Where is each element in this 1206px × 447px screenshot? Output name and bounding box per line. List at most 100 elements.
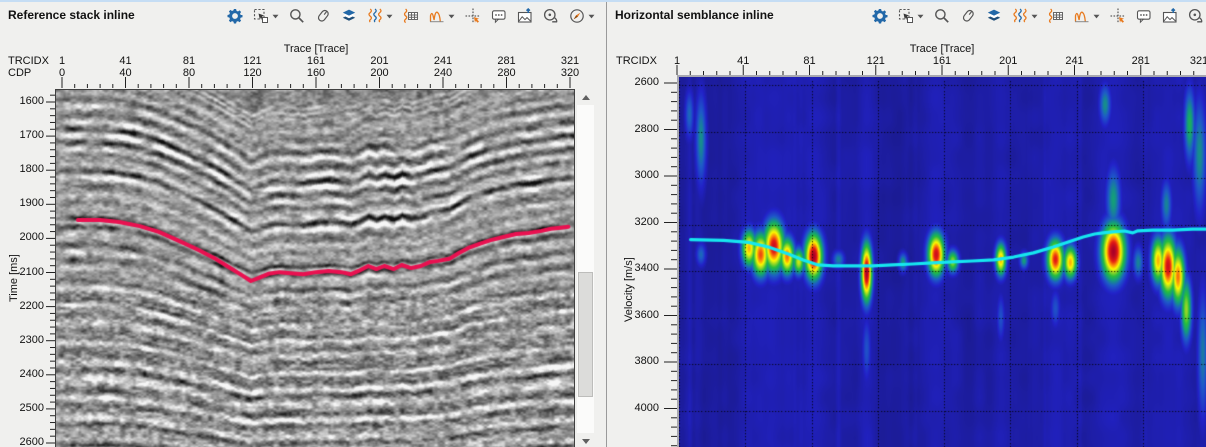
- tick-label: 241: [1065, 55, 1083, 67]
- crosshair-pick-button[interactable]: [460, 5, 486, 27]
- histogram-button[interactable]: [424, 5, 460, 27]
- settings-gear-icon: [872, 8, 888, 24]
- annotation-button[interactable]: [1131, 5, 1157, 27]
- tick-label: 2100: [14, 266, 44, 278]
- histogram-button[interactable]: [1069, 5, 1105, 27]
- x-axis-title: Trace [Trace]: [284, 43, 349, 55]
- tick-label: 3400: [629, 262, 659, 274]
- export-image-button[interactable]: [1157, 5, 1183, 27]
- tick-label: 1: [674, 55, 680, 67]
- mouse-pan-button[interactable]: [310, 5, 336, 27]
- scroll-down-button[interactable]: [577, 433, 594, 447]
- tick-label: 161: [307, 55, 325, 67]
- measure-button[interactable]: [538, 5, 564, 27]
- wiggle-display-button[interactable]: [1007, 5, 1043, 27]
- velocity-analysis-workspace: Reference stack inline Trace [Trace] TRC…: [0, 0, 1206, 447]
- wiggle-display-button[interactable]: [362, 5, 398, 27]
- layers-button[interactable]: [336, 5, 362, 27]
- wiggle-grid-button[interactable]: [398, 5, 424, 27]
- tick-label: 3800: [629, 355, 659, 367]
- dropdown-arrow-icon: [1093, 14, 1100, 19]
- annotation-icon: [491, 8, 507, 24]
- tick-label: 2600: [14, 436, 44, 447]
- settings-gear-button[interactable]: [222, 5, 248, 27]
- tick-label: 241: [434, 55, 452, 67]
- trcidx-row-label: TRCIDX: [616, 55, 657, 67]
- tick-label: 201: [370, 55, 388, 67]
- cdp-row-label: CDP: [8, 67, 31, 79]
- export-image-icon: [517, 8, 533, 24]
- tick-label: 2500: [14, 402, 44, 414]
- seismic-plot[interactable]: [55, 89, 575, 447]
- measure-button[interactable]: [1183, 5, 1206, 27]
- annotation-icon: [1136, 8, 1152, 24]
- tick-label: 280: [497, 67, 515, 79]
- tick-label: 81: [183, 55, 195, 67]
- panel-title: Horizontal semblance inline: [615, 8, 774, 22]
- tick-label: 281: [1132, 55, 1150, 67]
- wiggle-display-icon: [367, 8, 383, 24]
- tick-label: 160: [307, 67, 325, 79]
- tick-label: 3000: [629, 169, 659, 181]
- export-image-icon: [1162, 8, 1178, 24]
- layers-button[interactable]: [981, 5, 1007, 27]
- wiggle-display-icon: [1012, 8, 1028, 24]
- select-region-icon: [898, 8, 914, 24]
- dropdown-arrow-icon: [1031, 14, 1038, 19]
- vertical-scrollbar[interactable]: [577, 89, 594, 447]
- x-axis-title: Trace [Trace]: [910, 43, 975, 55]
- tick-label: 81: [803, 55, 815, 67]
- layers-icon: [341, 8, 357, 24]
- seismic-stack-image[interactable]: [56, 90, 574, 447]
- scroll-up-button[interactable]: [577, 89, 594, 105]
- tick-label: 1600: [14, 95, 44, 107]
- crosshair-pick-icon: [465, 8, 481, 24]
- layers-icon: [986, 8, 1002, 24]
- wiggle-grid-button[interactable]: [1043, 5, 1069, 27]
- scrollbar-thumb[interactable]: [578, 272, 593, 397]
- zoom-button[interactable]: [284, 5, 310, 27]
- wiggle-grid-icon: [1048, 8, 1064, 24]
- time-axis-ruler: [45, 89, 55, 447]
- tick-label: 80: [183, 67, 195, 79]
- export-image-button[interactable]: [512, 5, 538, 27]
- measure-icon: [1188, 8, 1204, 24]
- tick-label: 2800: [629, 123, 659, 135]
- dropdown-arrow-icon: [588, 14, 595, 19]
- tick-label: 240: [434, 67, 452, 79]
- mouse-pan-icon: [960, 8, 976, 24]
- compass-icon: [569, 8, 585, 24]
- annotation-button[interactable]: [486, 5, 512, 27]
- scroll-down-icon: [582, 439, 590, 444]
- semblance-plot[interactable]: [677, 75, 1206, 447]
- semblance-panel: Horizontal semblance inline Trace [Trace…: [606, 2, 1206, 447]
- tick-label: 1700: [14, 129, 44, 141]
- tick-label: 40: [119, 67, 131, 79]
- settings-gear-button[interactable]: [867, 5, 893, 27]
- dropdown-arrow-icon: [386, 14, 393, 19]
- scroll-up-icon: [582, 95, 590, 100]
- tick-label: 201: [999, 55, 1017, 67]
- dropdown-arrow-icon: [917, 14, 924, 19]
- tick-label: 1: [59, 55, 65, 67]
- select-region-button[interactable]: [248, 5, 284, 27]
- semblance-toolbar: [867, 4, 1206, 28]
- tick-label: 321: [1190, 55, 1206, 67]
- tick-label: 2200: [14, 300, 44, 312]
- tick-label: 120: [243, 67, 261, 79]
- stack-toolbar: [222, 4, 598, 28]
- zoom-icon: [289, 8, 305, 24]
- semblance-image[interactable]: [679, 77, 1206, 447]
- tick-label: 2400: [14, 368, 44, 380]
- measure-icon: [543, 8, 559, 24]
- settings-gear-icon: [227, 8, 243, 24]
- crosshair-pick-button[interactable]: [1105, 5, 1131, 27]
- zoom-button[interactable]: [929, 5, 955, 27]
- crosshair-pick-icon: [1110, 8, 1126, 24]
- mouse-pan-button[interactable]: [955, 5, 981, 27]
- select-region-button[interactable]: [893, 5, 929, 27]
- compass-button[interactable]: [564, 5, 598, 27]
- tick-label: 3600: [629, 309, 659, 321]
- dropdown-arrow-icon: [272, 14, 279, 19]
- select-region-icon: [253, 8, 269, 24]
